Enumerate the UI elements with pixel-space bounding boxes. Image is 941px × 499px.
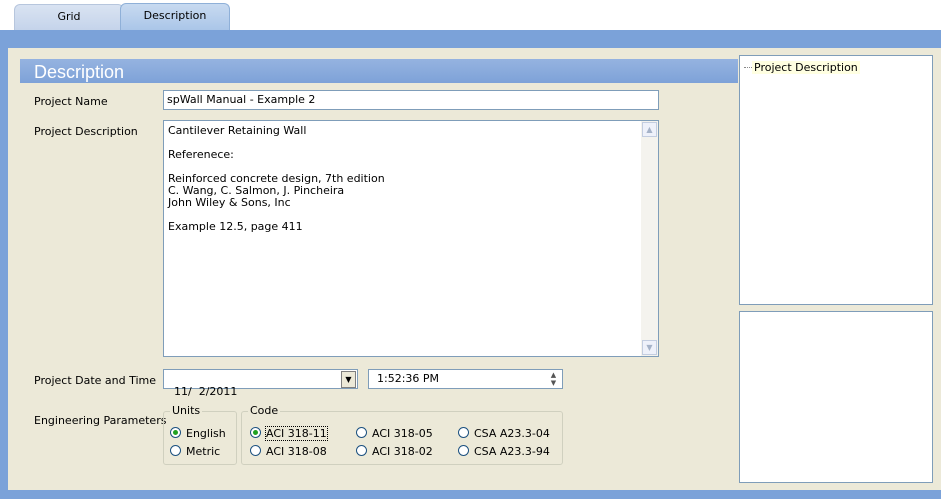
radio-unselected-icon: [170, 445, 181, 456]
radio-unselected-icon: [356, 427, 367, 438]
scroll-down-icon[interactable]: ▼: [642, 340, 657, 355]
code-group-title: Code: [248, 404, 281, 417]
radio-csa-a23-3-94[interactable]: CSA A23.3-94: [458, 445, 550, 458]
radio-aci-318-05-label: ACI 318-05: [372, 427, 433, 440]
tree-connector: [744, 67, 752, 68]
date-value: 11/ 2/2011: [174, 385, 238, 398]
radio-unselected-icon: [458, 445, 469, 456]
tab-grid[interactable]: Grid: [14, 4, 124, 31]
radio-csa-a23-3-94-label: CSA A23.3-94: [474, 445, 550, 458]
radio-aci-318-08[interactable]: ACI 318-08: [250, 445, 327, 458]
date-picker[interactable]: 11/ 2/2011 ▼: [163, 369, 358, 398]
tab-band: [0, 30, 941, 42]
tab-description[interactable]: Description: [120, 3, 230, 31]
radio-selected-icon: [250, 427, 261, 438]
units-group-title: Units: [170, 404, 203, 417]
radio-aci-318-11[interactable]: ACI 318-11: [250, 426, 328, 441]
project-description-text: Cantilever Retaining Wall Referenece: Re…: [168, 124, 385, 233]
date-time-label: Project Date and Time: [34, 374, 157, 387]
radio-english[interactable]: English: [170, 427, 226, 440]
project-description-label: Project Description: [34, 125, 138, 138]
scroll-up-icon[interactable]: ▲: [642, 122, 657, 137]
radio-english-label: English: [186, 427, 226, 440]
project-name-input[interactable]: spWall Manual - Example 2: [163, 90, 659, 110]
radio-csa-a23-3-04[interactable]: CSA A23.3-04: [458, 427, 550, 440]
chevron-down-icon[interactable]: ▼: [341, 371, 356, 388]
time-value: 1:52:36 PM: [377, 372, 440, 385]
radio-unselected-icon: [458, 427, 469, 438]
time-picker[interactable]: 1:52:36 PM ▲ ▼: [368, 369, 563, 389]
units-group: Units English Metric: [163, 404, 237, 465]
radio-aci-318-11-label: ACI 318-11: [265, 426, 328, 441]
info-panel: [739, 311, 933, 483]
section-title: Description: [34, 62, 125, 82]
project-description-textarea[interactable]: Cantilever Retaining Wall Referenece: Re…: [163, 120, 659, 357]
radio-aci-318-05[interactable]: ACI 318-05: [356, 427, 433, 440]
radio-unselected-icon: [250, 445, 261, 456]
project-name-label: Project Name: [34, 95, 108, 108]
engineering-parameters-label: Engineering Parameters: [34, 414, 167, 427]
section-header-bar: [20, 59, 738, 83]
radio-metric[interactable]: Metric: [170, 445, 220, 458]
radio-selected-icon: [170, 427, 181, 438]
code-group: Code ACI 318-11 ACI 318-05 CSA A23.3-04 …: [241, 404, 563, 465]
tree-item-project-description[interactable]: Project Description: [752, 61, 860, 74]
radio-aci-318-02-label: ACI 318-02: [372, 445, 433, 458]
spin-updown-icon[interactable]: ▲ ▼: [546, 371, 561, 388]
tab-strip: Grid Description: [0, 0, 941, 31]
radio-unselected-icon: [356, 445, 367, 456]
radio-csa-a23-3-04-label: CSA A23.3-04: [474, 427, 550, 440]
description-scrollbar[interactable]: ▲ ▼: [641, 121, 658, 356]
radio-aci-318-08-label: ACI 318-08: [266, 445, 327, 458]
radio-aci-318-02[interactable]: ACI 318-02: [356, 445, 433, 458]
radio-metric-label: Metric: [186, 445, 221, 458]
tree-view[interactable]: Project Description: [739, 55, 933, 305]
